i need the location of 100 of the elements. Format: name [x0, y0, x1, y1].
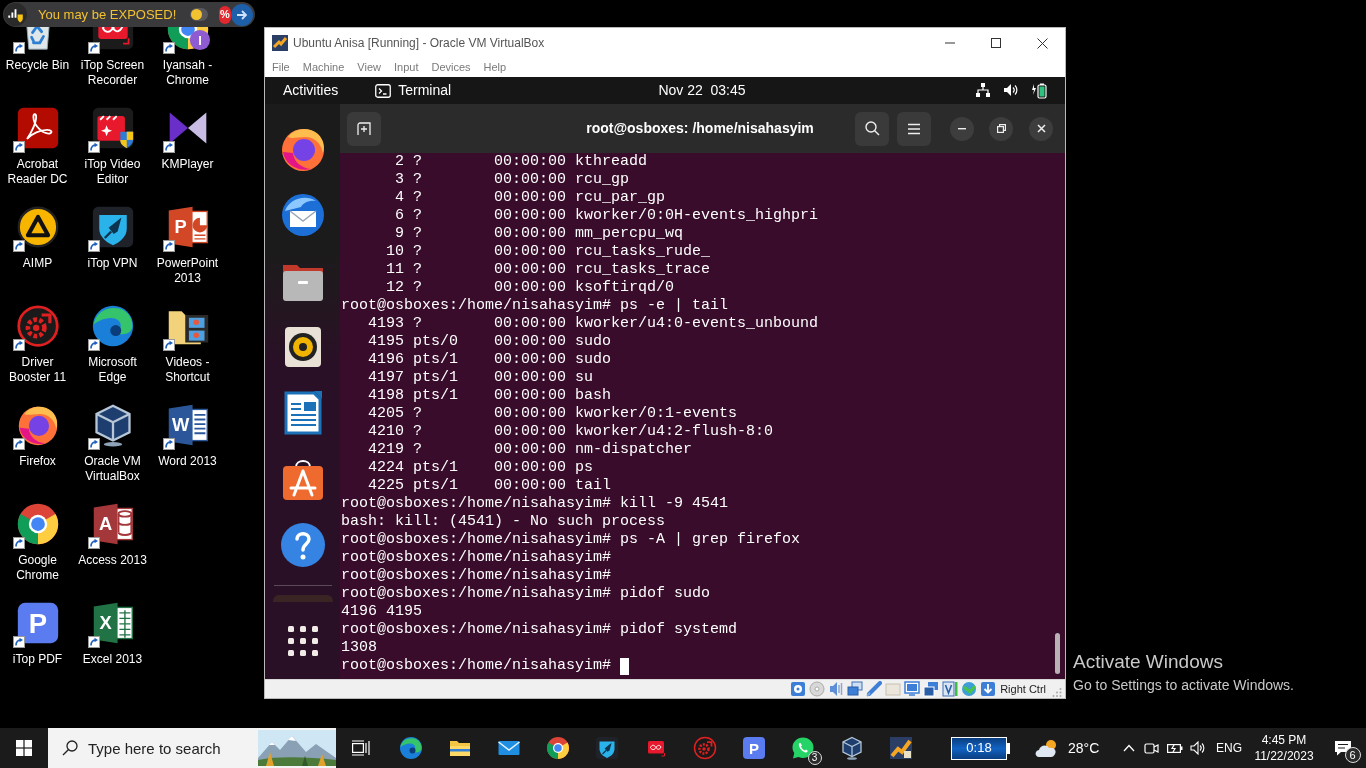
desktop-icon-label[interactable]: KMPlayer — [151, 157, 224, 172]
letter-tile-icon[interactable]: P — [741, 736, 766, 760]
maximize-icon[interactable] — [991, 38, 1001, 48]
clapper-shield-icon[interactable] — [90, 106, 135, 150]
shield-rocket-icon[interactable] — [594, 736, 619, 760]
clock-label[interactable]: Nov 22 03:45 — [658, 80, 746, 101]
language-indicator[interactable]: ENG — [1216, 739, 1242, 757]
shortcut-arrow-icon — [87, 141, 100, 153]
menu-icon — [907, 122, 921, 135]
desktop-icon-label[interactable]: PowerPoint 2013 — [151, 256, 224, 286]
desktop-icon-label[interactable]: Word 2013 — [151, 454, 224, 469]
terminal-line: 3 ? 00:00:00 rcu_gp — [394, 171, 631, 189]
restore-button[interactable] — [989, 116, 1013, 141]
desktop-icon-label[interactable]: Videos - Shortcut — [151, 355, 224, 385]
desktop-icon-label[interactable]: iTop Video Editor — [76, 157, 149, 187]
shortcut-arrow-icon — [12, 141, 25, 153]
triangle-disc-icon[interactable] — [15, 205, 60, 249]
terminal-line: 9 ? 00:00:00 mm_percpu_wq — [394, 225, 685, 243]
menu-button[interactable] — [897, 111, 931, 146]
shortcut-arrow-icon — [87, 42, 100, 54]
desktop-icon-label[interactable]: Acrobat Reader DC — [1, 157, 74, 187]
volume-icon[interactable] — [1189, 741, 1206, 755]
close-button[interactable] — [1029, 116, 1053, 141]
app-grid-icon[interactable] — [287, 626, 318, 656]
menu-item[interactable]: Machine — [302, 59, 345, 76]
shortcut-arrow-icon — [12, 339, 25, 351]
taskbar-date[interactable]: 11/22/2023 — [1254, 748, 1314, 764]
desktop-icon-label[interactable]: Access 2013 — [76, 553, 149, 568]
desktop-icon-label[interactable]: Recycle Bin — [1, 58, 74, 73]
cube-icon[interactable] — [839, 736, 864, 760]
chevron-up-icon[interactable] — [1122, 744, 1135, 752]
menu-item[interactable]: Input — [393, 59, 419, 76]
arrow-right-icon[interactable] — [231, 3, 253, 26]
terminal-line: root@osboxes:/home/nisahasyim# ps -e | tail — [341, 297, 730, 315]
desktop-icon-label[interactable]: Excel 2013 — [76, 652, 149, 667]
terminal-title: root@osboxes: /home/nisahasyim — [586, 119, 814, 138]
terminal-line: root@osboxes:/home/nisahasyim# pidof sudo — [341, 585, 712, 603]
terminal-icon[interactable] — [375, 83, 392, 98]
globe-check-icon[interactable] — [961, 681, 978, 697]
desktop-icon-label[interactable]: iTop Screen Recorder — [76, 58, 149, 88]
browser-ring-icon[interactable] — [15, 502, 60, 546]
gear-disc-icon[interactable] — [15, 304, 60, 348]
discount-badge[interactable]: % — [218, 5, 231, 24]
download-icon[interactable] — [980, 681, 997, 697]
activities-button[interactable]: Activities — [283, 80, 339, 101]
network-icon[interactable] — [976, 82, 990, 97]
terminal-line: 4 ? 00:00:00 rcu_par_gp — [394, 189, 667, 207]
help-icon[interactable] — [278, 521, 327, 569]
battery-icon[interactable] — [1031, 82, 1047, 99]
task-view-icon[interactable] — [352, 740, 370, 756]
display-icon[interactable] — [904, 681, 921, 697]
battery-icon[interactable] — [1166, 742, 1183, 754]
terminal-line: 4219 ? 00:00:00 nm-dispatcher — [367, 441, 694, 459]
search-button[interactable] — [855, 111, 889, 146]
terminal-line: 6 ? 00:00:00 kworker/0:0H-events_highpri — [394, 207, 820, 225]
signal-warning-icon — [4, 3, 27, 26]
menu-item[interactable]: View — [357, 59, 381, 76]
camera-icon[interactable] — [1144, 740, 1159, 756]
app-menu-label[interactable]: Terminal — [398, 80, 452, 101]
zigzag-tile-icon[interactable] — [888, 736, 913, 760]
shield-rocket-icon[interactable] — [90, 205, 135, 249]
windows-stack-icon[interactable] — [923, 681, 940, 697]
desktop-icon-label[interactable]: AIMP — [1, 256, 74, 271]
desktop-icon-label[interactable]: Google Chrome — [1, 553, 74, 583]
pen-icon[interactable] — [866, 681, 883, 697]
scrollbar-thumb[interactable] — [1055, 633, 1060, 674]
wave-circle-icon[interactable] — [90, 304, 135, 348]
desktop-icon-label[interactable]: Iyansah - Chrome — [151, 58, 224, 88]
weather-temperature[interactable]: 28°C — [1068, 737, 1100, 759]
menu-item[interactable]: Help — [483, 59, 507, 76]
desktop-icon-label[interactable]: iTop VPN — [76, 256, 149, 271]
close-icon[interactable] — [1036, 37, 1048, 49]
desktop-icon-label[interactable]: Firefox — [1, 454, 74, 469]
terminal-line: 12 ? 00:00:00 ksoftirqd/0 — [385, 279, 676, 297]
notification-count: 6 — [1344, 747, 1361, 763]
browser-ring-icon[interactable] — [545, 736, 570, 760]
minimize-button[interactable] — [950, 116, 974, 141]
letter-tile-icon[interactable]: P — [15, 601, 60, 645]
search-input[interactable]: Type here to search — [88, 736, 238, 760]
menu-item[interactable]: Devices — [431, 59, 471, 76]
desktop-icon-label[interactable]: Microsoft Edge — [76, 355, 149, 385]
desktop-icon-label[interactable]: iTop PDF — [1, 652, 74, 667]
overlapping-windows-icon[interactable] — [847, 681, 864, 697]
chat-bubble-icon[interactable] — [790, 736, 815, 760]
notification-icon[interactable] — [1333, 740, 1352, 756]
desktop-icon-label[interactable]: Oracle VM VirtualBox — [76, 454, 149, 484]
shortcut-arrow-icon — [12, 636, 25, 648]
volume-icon[interactable] — [1003, 82, 1019, 97]
terminal-line: root@osboxes:/home/nisahasyim# ps -A | grep firefox — [341, 531, 802, 549]
search-box[interactable]: Type here to search — [48, 728, 336, 768]
start-icon[interactable] — [16, 740, 32, 756]
taskbar-time[interactable]: 4:45 PM — [1261, 732, 1307, 748]
recording-timer[interactable]: 0:18 — [951, 736, 1010, 760]
swirl-tile-icon[interactable] — [15, 106, 60, 150]
new-tab-button[interactable] — [347, 111, 381, 146]
video-capture-icon[interactable] — [942, 681, 959, 697]
toggle-switch[interactable] — [190, 8, 208, 21]
wave-circle-icon[interactable] — [398, 736, 423, 760]
menu-item[interactable]: File — [272, 59, 290, 76]
desktop-icon-label[interactable]: Driver Booster 11 — [1, 355, 74, 385]
